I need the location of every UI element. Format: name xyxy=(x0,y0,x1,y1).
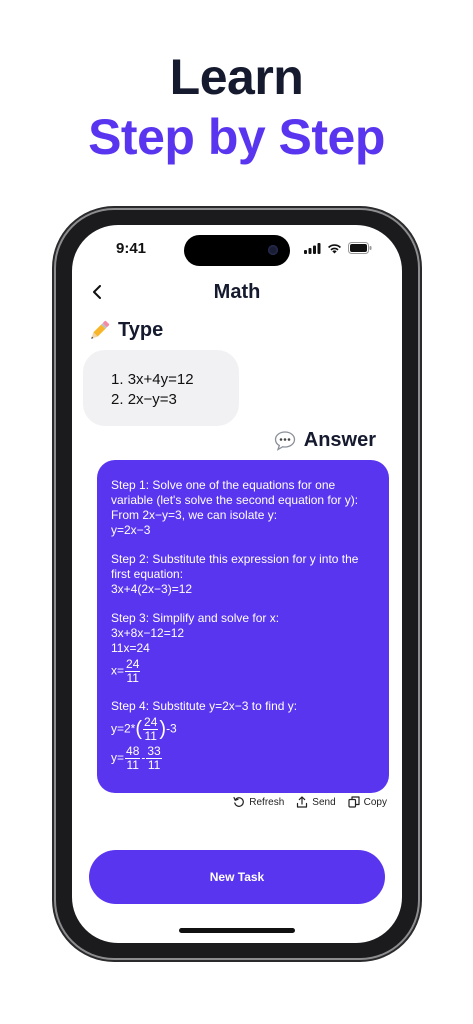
fraction: 33 11 xyxy=(146,744,162,772)
copy-icon xyxy=(348,796,360,808)
step-4-text: Step 4: Substitute y=2x−3 to find y: xyxy=(111,699,298,713)
step-4-result: y= 48 11-33 11 xyxy=(111,745,377,772)
refresh-label: Refresh xyxy=(249,796,285,808)
y-prefix: y=2* xyxy=(111,721,136,736)
step-3: Step 3: Simplify and solve for x: 3x+8x−… xyxy=(111,611,377,685)
type-label: Type xyxy=(118,319,164,341)
step-3-line: 3x+8x−12=12 xyxy=(111,626,185,640)
y-suffix: -3 xyxy=(166,721,177,736)
equation-2: 2x−y=3 xyxy=(127,391,177,408)
fraction-denominator: 11 xyxy=(147,758,161,772)
camera-icon xyxy=(268,245,278,255)
type-input-bubble: 1. 3x+4y=12 2. 2x−y=3 xyxy=(83,350,239,426)
copy-label: Copy xyxy=(363,796,387,808)
home-indicator[interactable] xyxy=(179,928,295,933)
copy-button[interactable]: Copy xyxy=(348,796,387,808)
headline-step-by-step: Step by Step xyxy=(88,109,385,165)
page-title: Math xyxy=(213,281,261,303)
status-time: 9:41 xyxy=(116,240,147,257)
dynamic-island xyxy=(184,235,290,266)
speech-bubble-icon xyxy=(274,430,295,451)
step-1: Step 1: Solve one of the equations for o… xyxy=(111,478,377,538)
step-1-result: y=2x−3 xyxy=(111,523,151,537)
step-4-line: y=2*(24 11)-3 xyxy=(111,716,377,743)
battery-icon xyxy=(348,242,372,254)
upload-icon xyxy=(297,796,308,808)
step-3-result: x= 24 11 xyxy=(111,658,377,685)
list-item: 1. 3x+4y=12 xyxy=(111,371,194,388)
fraction: 24 11 xyxy=(143,715,159,743)
new-task-button[interactable]: New Task xyxy=(89,850,385,904)
fraction-numerator: 48 xyxy=(125,744,141,759)
refresh-button[interactable]: Refresh xyxy=(233,796,284,808)
step-2-text: Step 2: Substitute this expression for y… xyxy=(111,552,359,581)
step-1-detail: From 2x−y=3, we can isolate y: xyxy=(111,508,278,522)
step-3-text: Step 3: Simplify and solve for x: xyxy=(111,611,280,625)
step-2-result: 3x+4(2x−3)=12 xyxy=(111,582,193,596)
fraction-denominator: 11 xyxy=(126,758,139,772)
fraction: 48 11 xyxy=(125,744,141,772)
minus-sign: - xyxy=(141,750,146,765)
pencil-icon xyxy=(91,320,110,339)
answer-actions: Refresh Send Copy xyxy=(233,796,387,808)
fraction-numerator: 24 xyxy=(125,657,141,672)
fraction-numerator: 24 xyxy=(143,715,159,730)
equation-1: 3x+4y=12 xyxy=(127,371,194,388)
y-prefix: y= xyxy=(111,750,125,765)
send-button[interactable]: Send xyxy=(296,796,336,808)
answer-section-header: Answer xyxy=(274,429,376,452)
headline-learn: Learn xyxy=(169,49,304,105)
fraction-numerator: 33 xyxy=(146,744,162,759)
refresh-icon xyxy=(233,796,245,807)
fraction-denominator: 11 xyxy=(126,671,139,685)
list-item: 2. 2x−y=3 xyxy=(111,391,177,408)
paren-open: ( xyxy=(135,718,143,740)
fraction-denominator: 11 xyxy=(144,729,157,743)
fraction: 24 11 xyxy=(125,657,141,685)
signal-icon xyxy=(304,242,321,254)
step-4: Step 4: Substitute y=2x−3 to find y: y=2… xyxy=(111,699,377,772)
step-2: Step 2: Substitute this expression for y… xyxy=(111,552,377,597)
step-1-text: Step 1: Solve one of the equations for o… xyxy=(111,478,359,507)
x-prefix: x= xyxy=(111,663,125,678)
status-icons xyxy=(304,242,372,254)
app-screen: 9:41 Math Type 1. 3x+4y=12 2. 2x−y=3 Ans… xyxy=(72,225,402,943)
send-label: Send xyxy=(312,796,336,808)
step-3-line: 11x=24 xyxy=(111,641,150,655)
answer-label: Answer xyxy=(303,429,376,451)
answer-bubble: Step 1: Solve one of the equations for o… xyxy=(97,460,389,793)
wifi-icon xyxy=(328,243,341,253)
new-task-label: New Task xyxy=(209,870,265,884)
type-section-header: Type xyxy=(88,319,163,342)
